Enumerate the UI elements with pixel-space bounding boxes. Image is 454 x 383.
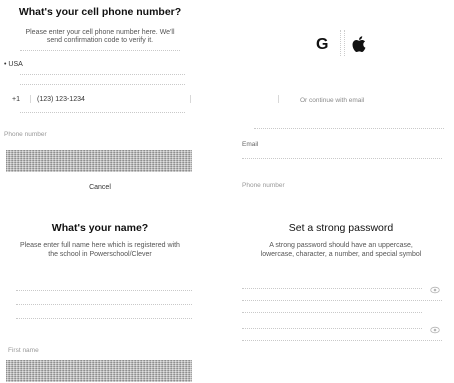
name-field-label: First name bbox=[8, 347, 39, 354]
continue-button[interactable] bbox=[6, 360, 192, 382]
confirm-password-input[interactable] bbox=[242, 328, 422, 329]
eye-icon[interactable] bbox=[430, 282, 440, 294]
divider-tick bbox=[278, 95, 279, 103]
password-subtitle-2: lowercase, character, a number, and spec… bbox=[260, 251, 422, 258]
password-subtitle-1: A strong password should have an upperca… bbox=[269, 242, 413, 249]
apple-logo-icon bbox=[352, 36, 366, 52]
phone-title: What's your cell phone number? bbox=[18, 6, 182, 18]
phone-number-panel: What's your cell phone number? Please en… bbox=[0, 0, 200, 200]
continue-button[interactable] bbox=[6, 150, 192, 172]
divider bbox=[20, 50, 180, 51]
or-continue-text: Or continue with email bbox=[300, 97, 365, 104]
social-field-label: Phone number bbox=[242, 182, 285, 189]
email-input-underline[interactable] bbox=[242, 158, 442, 159]
phone-input[interactable]: (123) 123-1234 bbox=[37, 96, 85, 103]
cancel-link[interactable]: Cancel bbox=[0, 184, 200, 191]
name-subtitle-1: Please enter full name here which is reg… bbox=[20, 242, 180, 249]
show-password-icon bbox=[430, 286, 440, 294]
divider bbox=[20, 74, 185, 75]
input-separator bbox=[30, 95, 31, 103]
eye-icon[interactable] bbox=[430, 322, 440, 334]
social-signin-panel: G Or continue with email Email Phone num… bbox=[228, 0, 454, 200]
email-label: Email bbox=[242, 141, 259, 148]
show-confirm-password-icon bbox=[430, 326, 440, 334]
apple-icon[interactable] bbox=[352, 36, 366, 52]
divider bbox=[242, 340, 442, 341]
divider bbox=[242, 300, 442, 301]
button-separator bbox=[340, 30, 345, 56]
divider bbox=[20, 112, 185, 113]
name-subtitle-2: the school in Powerschool/Clever bbox=[48, 251, 152, 258]
name-panel: What's your name? Please enter full name… bbox=[0, 200, 200, 383]
google-icon[interactable]: G bbox=[316, 36, 328, 54]
name-title: What's your name? bbox=[51, 222, 149, 234]
phone-subtitle-2: send confirmation code to verify it. bbox=[46, 37, 154, 44]
divider bbox=[20, 84, 185, 85]
last-name-input[interactable] bbox=[16, 304, 192, 305]
country-code: +1 bbox=[12, 96, 20, 103]
password-panel: Set a strong password A strong password … bbox=[228, 200, 454, 383]
country-select[interactable]: • USA bbox=[4, 61, 23, 68]
input-separator bbox=[190, 95, 191, 103]
phone-field-label: Phone number bbox=[4, 131, 47, 138]
school-input[interactable] bbox=[16, 318, 192, 319]
first-name-input[interactable] bbox=[16, 290, 192, 291]
divider bbox=[254, 128, 444, 129]
password-hint-line bbox=[242, 312, 422, 313]
password-input[interactable] bbox=[242, 288, 422, 289]
password-title: Set a strong password bbox=[288, 222, 394, 234]
